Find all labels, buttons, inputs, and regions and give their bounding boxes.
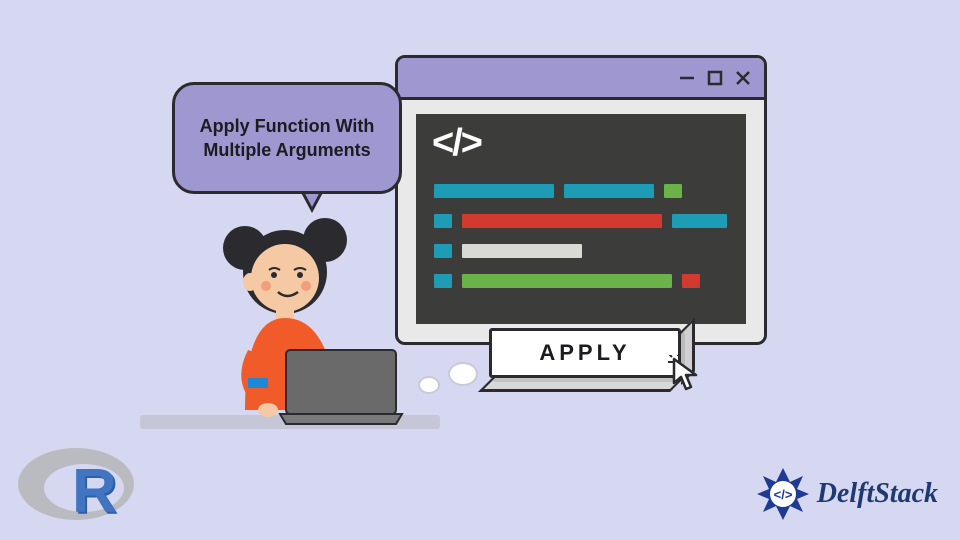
apply-button[interactable]: APPLY — [489, 328, 681, 378]
code-token — [664, 184, 682, 198]
character-illustration — [190, 210, 440, 440]
r-logo: R R — [16, 440, 146, 528]
code-window: </> — [395, 55, 767, 345]
svg-text:</>: </> — [773, 487, 792, 502]
window-titlebar — [398, 58, 764, 100]
code-lines — [434, 184, 728, 304]
apply-button-label: APPLY — [539, 340, 630, 366]
svg-text:R: R — [72, 457, 117, 526]
delftstack-icon: </> — [755, 466, 811, 522]
code-token — [462, 214, 662, 228]
code-token — [564, 184, 654, 198]
code-token — [682, 274, 700, 288]
code-row — [434, 184, 728, 198]
minimize-icon[interactable] — [678, 69, 696, 87]
code-token — [434, 184, 554, 198]
apply-button-bottom — [478, 378, 684, 392]
code-tag-icon: </> — [432, 122, 481, 165]
cursor-icon — [668, 355, 708, 400]
code-token — [462, 244, 582, 258]
delftstack-logo: </> DelftStack — [755, 466, 938, 522]
code-row — [434, 244, 728, 258]
speech-bubble: Apply Function With Multiple Arguments — [172, 82, 402, 194]
code-area: </> — [416, 114, 746, 324]
code-row — [434, 274, 728, 288]
bubble-line2: Multiple Arguments — [203, 140, 370, 160]
bubble-line1: Apply Function With — [200, 116, 375, 136]
thought-dot — [448, 362, 478, 386]
code-token — [462, 274, 672, 288]
delftstack-text: DelftStack — [817, 478, 938, 510]
maximize-icon[interactable] — [706, 69, 724, 87]
code-token — [672, 214, 727, 228]
close-icon[interactable] — [734, 69, 752, 87]
code-row — [434, 214, 728, 228]
